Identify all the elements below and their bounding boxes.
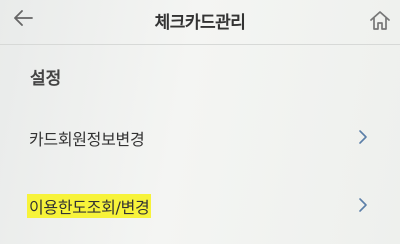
section-title: 설정 [30, 69, 62, 89]
menu-item-usage-limit[interactable]: 이용한도조회/변경 [0, 178, 400, 232]
chevron-right-icon [359, 198, 367, 212]
home-icon [370, 11, 390, 30]
menu-item-label: 이용한도조회/변경 [27, 194, 152, 218]
header-divider [0, 44, 400, 45]
check-card-management-screen: 체크카드관리 설정 카드회원정보변경 이용한도조회/변경 [0, 0, 400, 244]
top-bar: 체크카드관리 [0, 0, 400, 46]
menu-item-label: 카드회원정보변경 [29, 130, 145, 149]
menu-item-card-member-info[interactable]: 카드회원정보변경 [0, 110, 400, 164]
home-button[interactable] [366, 6, 394, 34]
page-title: 체크카드관리 [154, 13, 246, 33]
chevron-right-icon [359, 130, 367, 144]
